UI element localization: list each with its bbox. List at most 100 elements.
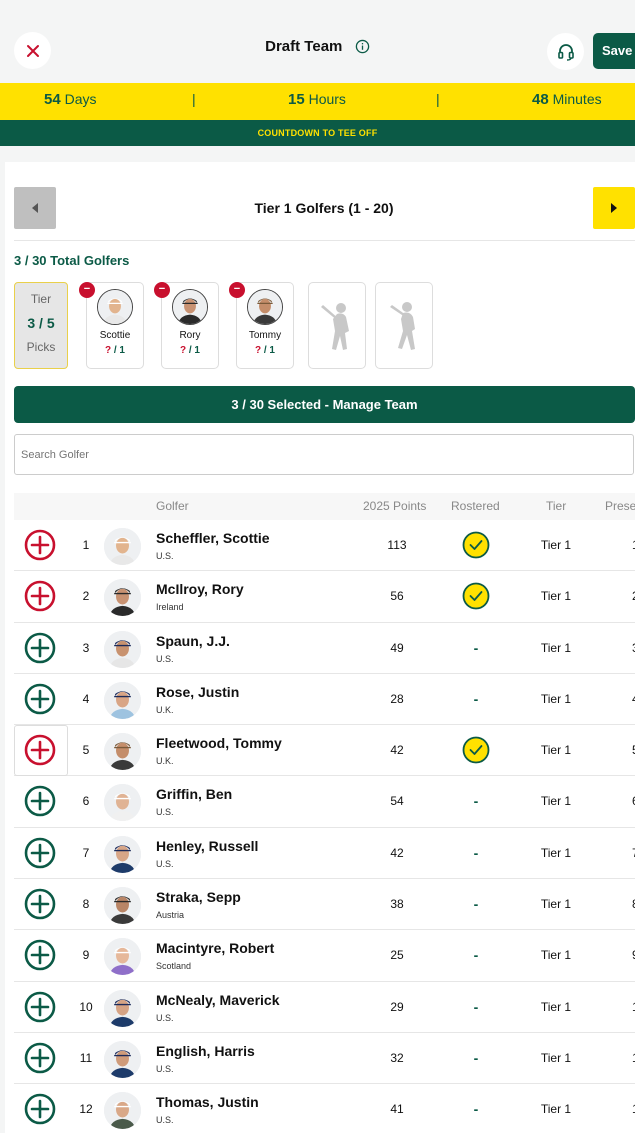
help-button[interactable] (547, 33, 584, 70)
add-golfer-icon[interactable] (24, 785, 56, 817)
tier-next-button[interactable] (593, 187, 635, 229)
golfer-country: U.S. (156, 1063, 174, 1074)
remove-pick-button[interactable]: − (229, 282, 245, 298)
empty-pick-slot[interactable] (308, 282, 366, 369)
add-golfer-icon[interactable] (24, 1042, 56, 1074)
golfer-name[interactable]: Henley, Russell (156, 838, 258, 854)
remove-golfer-icon[interactable] (24, 580, 56, 612)
table-row[interactable]: 6Griffin, BenU.S.54-Tier 16 (14, 776, 635, 828)
golfer-table: 1Scheffler, ScottieU.S.113Tier 11 2 McIlro… (14, 520, 635, 1133)
golfer-photo (104, 579, 141, 617)
table-row[interactable]: 3Spaun, J.J.U.S.49-Tier 13 (14, 623, 635, 674)
table-row[interactable]: 4Rose, JustinU.K.28-Tier 14 (14, 674, 635, 726)
add-golfer-icon[interactable] (24, 888, 56, 920)
golfer-rank: 6 (82, 794, 90, 809)
selected-pick-card[interactable]: − Scottie ? / 1 (79, 282, 144, 369)
pick-odds: ? / 1 (104, 345, 125, 356)
golfer-headshot (104, 1040, 141, 1078)
add-golfer-icon[interactable] (24, 1093, 56, 1125)
golfer-name[interactable]: English, Harris (156, 1043, 255, 1059)
column-header-pre[interactable]: Prese (605, 499, 635, 513)
pick-name: Rory (179, 330, 201, 341)
selected-pick-card[interactable]: − Rory ? / 1 (154, 282, 219, 369)
remove-golfer-icon[interactable] (24, 734, 56, 766)
golfer-headshot (104, 835, 141, 873)
table-header: Golfer 2025 Points Rostered Tier Prese (14, 493, 635, 520)
golfer-photo (104, 528, 141, 565)
table-row[interactable]: 7Henley, RussellU.S.42-Tier 17 (14, 828, 635, 880)
golfer-points: 42 (390, 845, 404, 860)
search-golfer-input[interactable] (14, 434, 634, 475)
golfer-rank: 2 (82, 589, 90, 604)
selected-pick-card[interactable]: − Tommy ? / 1 (229, 282, 294, 369)
divider (14, 240, 635, 241)
golfer-tier: Tier 1 (540, 897, 572, 912)
golfer-country: U.S. (156, 653, 174, 664)
countdown-separator: | (436, 91, 440, 107)
golfer-name[interactable]: Straka, Sepp (156, 889, 241, 905)
golfer-name[interactable]: Spaun, J.J. (156, 633, 230, 649)
rostered-check-icon (462, 582, 490, 610)
table-row[interactable]: 11English, HarrisU.S.32-Tier 111 (14, 1033, 635, 1085)
golfer-tier: Tier 1 (540, 640, 572, 655)
add-golfer-icon[interactable] (24, 632, 56, 664)
golfer-headshot (98, 290, 132, 324)
golfer-headshot (104, 989, 141, 1027)
remove-golfer-icon[interactable] (24, 529, 56, 561)
column-header-points[interactable]: 2025 Points (363, 499, 426, 513)
rostered-check-icon (462, 531, 490, 559)
golfer-rank: 10 (79, 999, 93, 1014)
golfer-photo (104, 733, 141, 771)
golfer-country: U.K. (156, 704, 174, 715)
table-row[interactable]: 2McIlroy, RoryIreland56Tier 12 (14, 571, 635, 623)
golfer-rank: 4 (82, 691, 90, 706)
golfer-headshot (104, 938, 141, 976)
golfer-headshot (104, 784, 141, 822)
countdown-label: COUNTDOWN TO TEE OFF (0, 120, 635, 146)
golfer-headshot (104, 681, 141, 719)
column-header-rostered[interactable]: Rostered (451, 499, 500, 513)
golfer-name[interactable]: Thomas, Justin (156, 1094, 259, 1110)
table-row[interactable]: 10McNealy, MaverickU.S.29-Tier 110 (14, 982, 635, 1033)
table-row[interactable]: 9Macintyre, RobertScotland25-Tier 19 (14, 930, 635, 982)
golfer-name[interactable]: Rose, Justin (156, 684, 239, 700)
golfer-rank: 12 (79, 1102, 93, 1117)
golfer-name[interactable]: Macintyre, Robert (156, 940, 274, 956)
not-rostered-dash: - (473, 998, 479, 1015)
table-row[interactable]: 1Scheffler, ScottieU.S.113Tier 11 (14, 520, 635, 572)
golfer-name[interactable]: McIlroy, Rory (156, 581, 244, 597)
add-golfer-icon[interactable] (24, 991, 56, 1023)
page-title: Draft Team (265, 38, 343, 56)
golfer-headshot (173, 290, 207, 324)
not-rostered-dash: - (473, 690, 479, 707)
manage-team-button[interactable]: 3 / 30 Selected - Manage Team (14, 386, 635, 423)
golfer-photo (104, 630, 141, 668)
remove-pick-button[interactable]: − (79, 282, 95, 298)
table-row[interactable]: 12Thomas, JustinU.S.41-Tier 112 (14, 1084, 635, 1133)
not-rostered-dash: - (473, 1049, 479, 1066)
golfer-photo (104, 938, 141, 976)
empty-pick-slot[interactable] (375, 282, 433, 369)
add-golfer-icon[interactable] (24, 837, 56, 869)
table-row[interactable]: 5Fleetwood, TommyU.K.42Tier 15 (14, 725, 635, 777)
tier-title: Tier 1 Golfers (1 - 20) (254, 200, 394, 216)
countdown-days: 54 Days (44, 91, 97, 108)
info-icon[interactable] (355, 39, 370, 54)
golfer-country: U.S. (156, 858, 174, 869)
golfer-name[interactable]: McNealy, Maverick (156, 992, 279, 1008)
golfer-silhouette-icon (390, 302, 415, 350)
golfer-name[interactable]: Fleetwood, Tommy (156, 735, 282, 751)
golfer-points: 113 (387, 538, 407, 552)
golfer-name[interactable]: Scheffler, Scottie (156, 530, 270, 546)
not-rostered-dash: - (473, 947, 479, 964)
column-header-tier[interactable]: Tier (546, 499, 566, 513)
remove-pick-button[interactable]: − (154, 282, 170, 298)
golfer-rank: 11 (79, 1050, 93, 1065)
add-golfer-icon[interactable] (24, 939, 56, 971)
table-row[interactable]: 8Straka, SeppAustria38-Tier 18 (14, 879, 635, 931)
golfer-name[interactable]: Griffin, Ben (156, 786, 232, 802)
golfer-country: Ireland (156, 602, 184, 613)
add-golfer-icon[interactable] (24, 683, 56, 715)
save-button[interactable]: Save (593, 33, 635, 69)
column-header-golfer[interactable]: Golfer (156, 499, 189, 513)
